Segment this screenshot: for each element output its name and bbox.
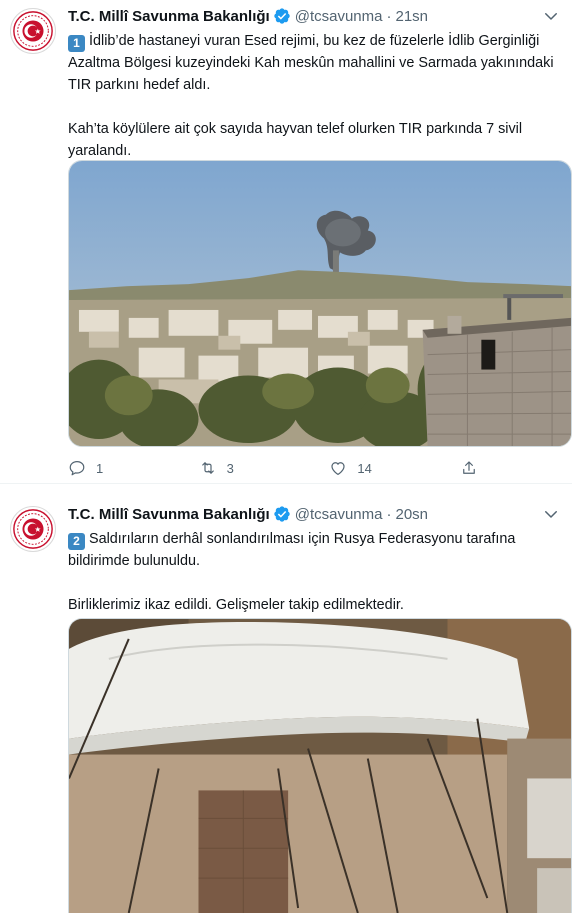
author-name[interactable]: T.C. Millî Savunma Bakanlığı [68,8,270,25]
reply-icon [69,461,85,476]
more-options-button[interactable] [540,504,562,524]
heart-icon [331,462,345,475]
chevron-down-icon [545,13,557,20]
tweet-actions: 1 3 14 [68,457,488,479]
number-badge: 1 [68,34,85,52]
reply-button[interactable]: 1 [68,459,199,477]
timestamp[interactable]: 20sn [395,506,428,523]
tweet-header: T.C. Millî Savunma Bakanlığı @tcsavunma … [68,6,428,26]
photo-damaged-tent [69,619,571,913]
more-options-button[interactable] [540,6,562,26]
reply-count: 1 [96,460,104,476]
paragraph-text: Saldırıların derhâl sonlandırılması için… [68,531,516,569]
tweet-text: 2 Saldırıların derhâl sonlandırılması içi… [68,528,563,616]
separator: · [386,505,392,523]
author-name[interactable]: T.C. Millî Savunma Bakanlığı [68,506,270,523]
tweet-paragraph: 1 İdlib’de hastaneyi vuran Esed rejimi, b… [68,30,563,96]
tweet-photo[interactable] [68,160,572,447]
retweet-button[interactable]: 3 [199,459,330,477]
tweet-paragraph: Kah’ta köylülere ait çok sayıda hayvan t… [68,121,523,159]
msb-emblem-icon [13,11,53,51]
tweet-photo[interactable] [68,618,572,913]
tweet-paragraph: Birliklerimiz ikaz edildi. Gelişmeler ta… [68,597,404,613]
share-button[interactable] [460,459,488,477]
tweet-text: 1 İdlib’de hastaneyi vuran Esed rejimi, b… [68,30,563,162]
number-badge: 2 [68,532,85,550]
retweet-icon [201,462,214,474]
like-button[interactable]: 14 [329,459,460,477]
tweet-header: T.C. Millî Savunma Bakanlığı @tcsavunma … [68,504,428,524]
tweet-2[interactable]: T.C. Millî Savunma Bakanlığı @tcsavunma … [0,484,572,913]
author-handle[interactable]: @tcsavunma [295,506,383,523]
tweet-1[interactable]: T.C. Millî Savunma Bakanlığı @tcsavunma … [0,0,572,484]
verified-badge-icon [273,505,291,523]
chevron-down-icon [545,511,557,518]
share-icon [463,461,475,474]
photo-strike-smoke [69,161,571,446]
separator: · [386,7,392,25]
avatar[interactable] [10,8,56,54]
paragraph-text: İdlib’de hastaneyi vuran Esed rejimi, bu… [68,33,554,93]
avatar[interactable] [10,506,56,552]
author-handle[interactable]: @tcsavunma [295,8,383,25]
timestamp[interactable]: 21sn [395,8,428,25]
tweet-paragraph: 2 Saldırıların derhâl sonlandırılması içi… [68,528,563,572]
verified-badge-icon [273,7,291,25]
retweet-count: 3 [226,460,234,476]
msb-emblem-icon [13,509,53,549]
like-count: 14 [357,460,372,476]
